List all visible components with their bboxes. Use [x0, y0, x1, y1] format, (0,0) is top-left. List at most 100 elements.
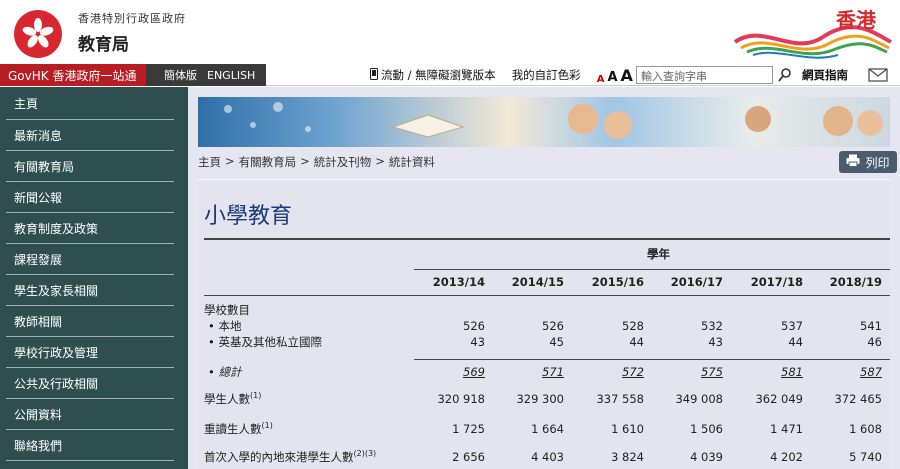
statistics-table: 學年 2013/14 2014/15 2015/16 2016/17 2017/…	[204, 238, 890, 469]
table-cell: 4 039	[690, 449, 723, 464]
table-cell: 1 471	[770, 421, 803, 436]
row-label: 學生人數(1)	[204, 391, 262, 406]
sidebar-item-open-data[interactable]: 公開資料	[6, 399, 174, 430]
table-cell: 1 610	[611, 421, 644, 436]
table-cell: 1 725	[452, 421, 485, 436]
sidebar-item-press[interactable]: 新聞公報	[6, 182, 174, 213]
hksar-emblem-icon[interactable]	[14, 10, 62, 58]
table-row: 英基及其他私立國際 43 45 44 43 44 46	[204, 334, 890, 350]
breadcrumb: 主頁 > 有關教育局 > 統計及刊物 > 統計資料	[198, 154, 435, 170]
lang-simplified-link[interactable]: 簡体版	[164, 67, 197, 83]
table-cell: 532	[701, 318, 723, 333]
sidebar-item-home[interactable]: 主頁	[6, 87, 174, 120]
table-cell: 541	[860, 318, 882, 333]
table-row: 重讀生人數(1) 1 725 1 664 1 610 1 506 1 471 1…	[204, 415, 890, 443]
table-cell: 3 824	[611, 449, 644, 464]
row-label-total: 總計	[204, 360, 414, 384]
table-cell: 44	[629, 334, 644, 349]
table-cell: 526	[542, 318, 564, 333]
table-cell: 569	[463, 364, 485, 379]
table-cell: 1 664	[531, 421, 564, 436]
mail-icon[interactable]	[868, 68, 888, 82]
brand-text: 香港	[836, 8, 876, 32]
top-toolbar: GovHK 香港政府一站通 簡体版 ENGLISH 流動 / 無障礙瀏覽版本 我…	[0, 64, 900, 86]
table-cell: 329 300	[516, 392, 564, 406]
lang-english-link[interactable]: ENGLISH	[207, 69, 255, 82]
table-row: 首次入學的內地來港學生人數(2)(3) 2 656 4 403 3 824 4 …	[204, 443, 890, 469]
year-header: 2015/16	[591, 275, 644, 289]
table-cell: 320 918	[437, 392, 485, 406]
font-size-switcher: A A A	[597, 66, 633, 85]
table-cell: 362 049	[755, 392, 803, 406]
statistics-panel: 小學教育 學年 2013/14 2014/15 2015/16 2016/17 …	[198, 179, 890, 469]
table-cell: 44	[788, 334, 803, 349]
table-cell: 45	[549, 334, 564, 349]
table-row-total: 總計 569 571 572 575 581 587	[204, 360, 890, 384]
table-cell: 337 558	[596, 392, 644, 406]
table-cell: 1 608	[849, 421, 882, 436]
row-label: 重讀生人數(1)	[204, 420, 273, 436]
sidebar-item-contact[interactable]: 聯絡我們	[6, 430, 174, 461]
accessibility-tools: 流動 / 無障礙瀏覽版本 我的自訂色彩 A A A	[370, 64, 641, 86]
year-header: 2018/19	[829, 275, 882, 289]
search-icon[interactable]	[777, 67, 793, 83]
sitemap-link[interactable]: 網頁指南	[802, 67, 848, 83]
sidebar-item-system-policy[interactable]: 教育制度及政策	[6, 213, 174, 244]
print-button[interactable]: 列印	[839, 151, 897, 173]
row-label: 英基及其他私立國際	[204, 334, 414, 350]
breadcrumb-statistics[interactable]: 統計資料	[389, 154, 435, 170]
table-cell: 349 008	[675, 392, 723, 406]
year-header: 2013/14	[432, 275, 485, 289]
govhk-link[interactable]: GovHK 香港政府一站通	[0, 64, 146, 86]
language-switcher: 簡体版 ENGLISH	[146, 64, 266, 86]
table-cell: 572	[622, 364, 644, 379]
table-cell: 372 465	[834, 392, 882, 406]
breadcrumb-separator: >	[375, 154, 385, 168]
table-cell: 1 506	[690, 421, 723, 436]
row-label: 本地	[204, 318, 414, 334]
table-cell: 2 656	[452, 449, 485, 464]
mobile-version-link[interactable]: 流動 / 無障礙瀏覽版本	[370, 67, 496, 83]
table-group-header: 學年	[414, 238, 890, 270]
font-size-large[interactable]: A	[621, 66, 633, 85]
table-cell: 43	[470, 334, 485, 349]
section-title-schools: 學校數目	[204, 302, 250, 317]
sidebar-item-school-admin[interactable]: 學校行政及管理	[6, 337, 174, 368]
sidebar-item-teachers[interactable]: 教師相關	[6, 306, 174, 337]
sidebar-item-curriculum[interactable]: 課程發展	[6, 244, 174, 275]
table-cell: 571	[542, 364, 564, 379]
sidebar-item-about[interactable]: 有關教育局	[6, 151, 174, 182]
bureau-name: 教育局	[78, 35, 129, 55]
font-size-medium[interactable]: A	[607, 70, 617, 85]
my-colour-link[interactable]: 我的自訂色彩	[512, 67, 581, 83]
table-cell: 537	[781, 318, 803, 333]
brand-hongkong-logo: 香港	[733, 2, 893, 60]
sidebar-item-public-admin[interactable]: 公共及行政相關	[6, 368, 174, 399]
printer-icon	[846, 154, 860, 170]
breadcrumb-separator: >	[300, 154, 310, 168]
table-cell: 526	[463, 318, 485, 333]
search-input[interactable]: 輸入查詢字串	[636, 66, 773, 84]
row-label: 首次入學的內地來港學生人數(2)(3)	[204, 448, 377, 464]
department-name[interactable]: 香港特別行政區政府 教育局	[78, 10, 186, 55]
mobile-phone-icon	[370, 67, 378, 83]
table-cell: 4 403	[531, 449, 564, 464]
table-cell: 5 740	[849, 449, 882, 464]
sidebar-item-news[interactable]: 最新消息	[6, 120, 174, 151]
table-cell: 4 202	[770, 449, 803, 464]
table-cell: 43	[708, 334, 723, 349]
breadcrumb-statistics-publications[interactable]: 統計及刊物	[314, 154, 372, 170]
font-size-small[interactable]: A	[597, 74, 605, 85]
table-cell: 46	[867, 334, 882, 349]
year-header: 2017/18	[750, 275, 803, 289]
breadcrumb-about[interactable]: 有關教育局	[239, 154, 297, 170]
sidebar-item-students-parents[interactable]: 學生及家長相關	[6, 275, 174, 306]
breadcrumb-home[interactable]: 主頁	[198, 154, 221, 170]
page-title: 小學教育	[204, 204, 293, 229]
site-header: 香港特別行政區政府 教育局 香港	[0, 0, 900, 64]
table-cell: 528	[622, 318, 644, 333]
year-header: 2016/17	[670, 275, 723, 289]
table-cell: 587	[860, 364, 882, 379]
year-header: 2014/15	[511, 275, 564, 289]
print-label: 列印	[865, 155, 890, 170]
